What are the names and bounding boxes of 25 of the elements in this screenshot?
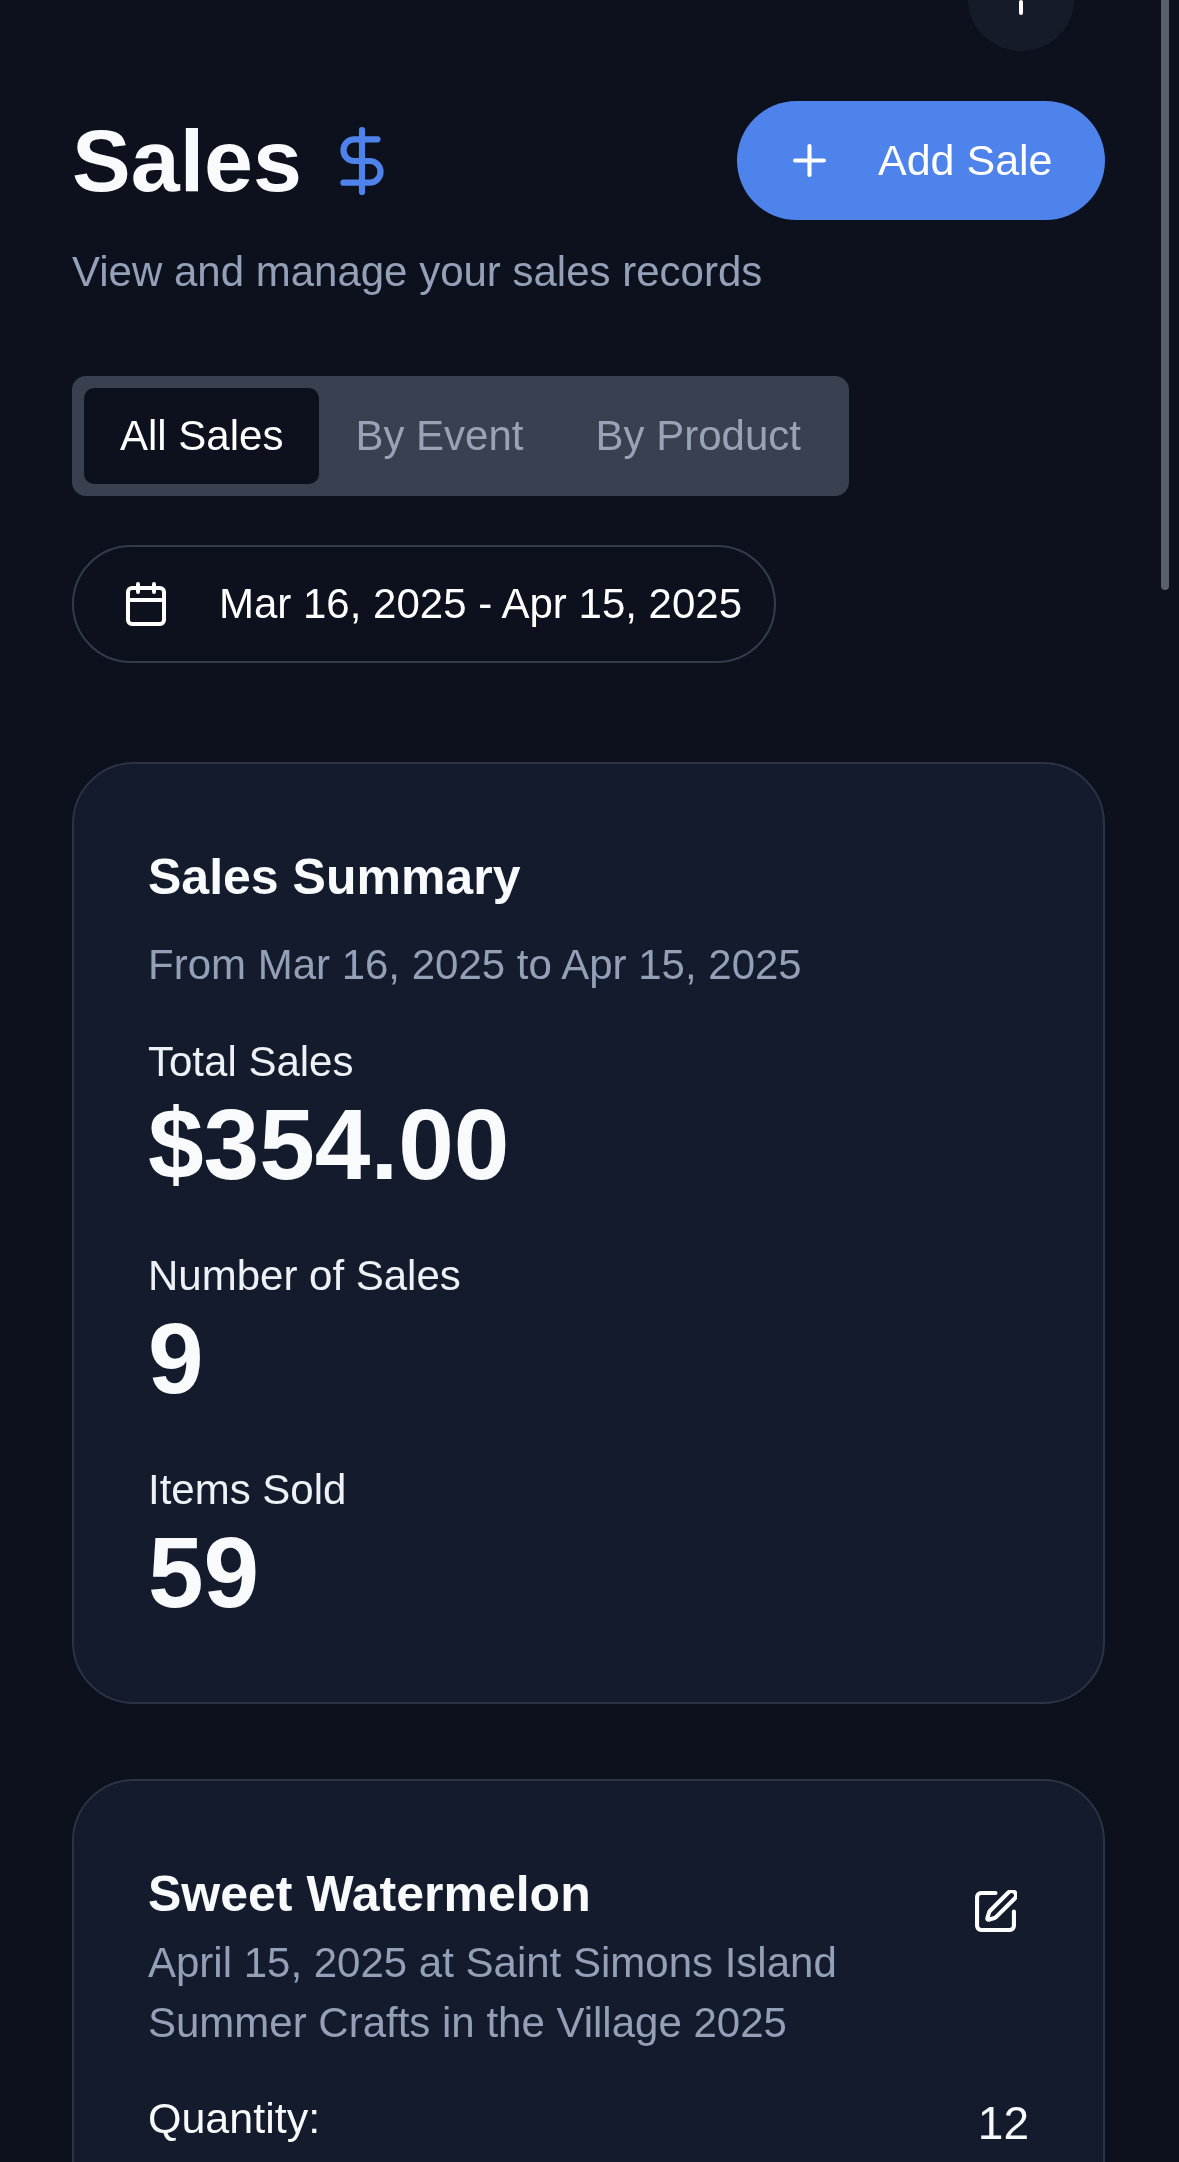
stat-label: Total Sales [148,1038,355,1086]
add-sale-button[interactable]: Add Sale [737,101,1105,220]
date-range-picker[interactable]: Mar 16, 2025 - Apr 15, 2025 [72,545,776,663]
stat-value: 9 [148,1308,205,1408]
stat-value: $354.00 [148,1094,511,1194]
stat-value: 59 [148,1522,261,1622]
card-title: Sales Summary [148,848,522,907]
plus-icon [793,144,826,177]
stroke-icon [1019,0,1023,15]
tab[interactable]: By Product [559,388,837,484]
stat-label: Items Sold [148,1466,348,1514]
calendar-icon [125,582,167,626]
tab[interactable]: All Sales [84,388,320,484]
sale-detail: April 15, 2025 at Saint Simons Island Summer Crafts in the Village 2025 [148,1938,838,2048]
scrollbar-thumb[interactable] [1161,0,1169,590]
product-name: Sweet Watermelon [148,1865,592,1924]
summary-period: From Mar 16, 2025 to Apr 15, 2025 [148,941,803,989]
dollar-icon [339,126,384,195]
page-subtitle: View and manage your sales records [72,248,764,296]
page-title: Sales [72,116,302,205]
field-value: 12 [977,2096,1029,2151]
field-label: Quantity: [148,2094,321,2142]
tab[interactable]: By Event [319,388,560,484]
edit-icon [975,1890,1017,1932]
stat-label: Number of Sales [148,1252,462,1300]
